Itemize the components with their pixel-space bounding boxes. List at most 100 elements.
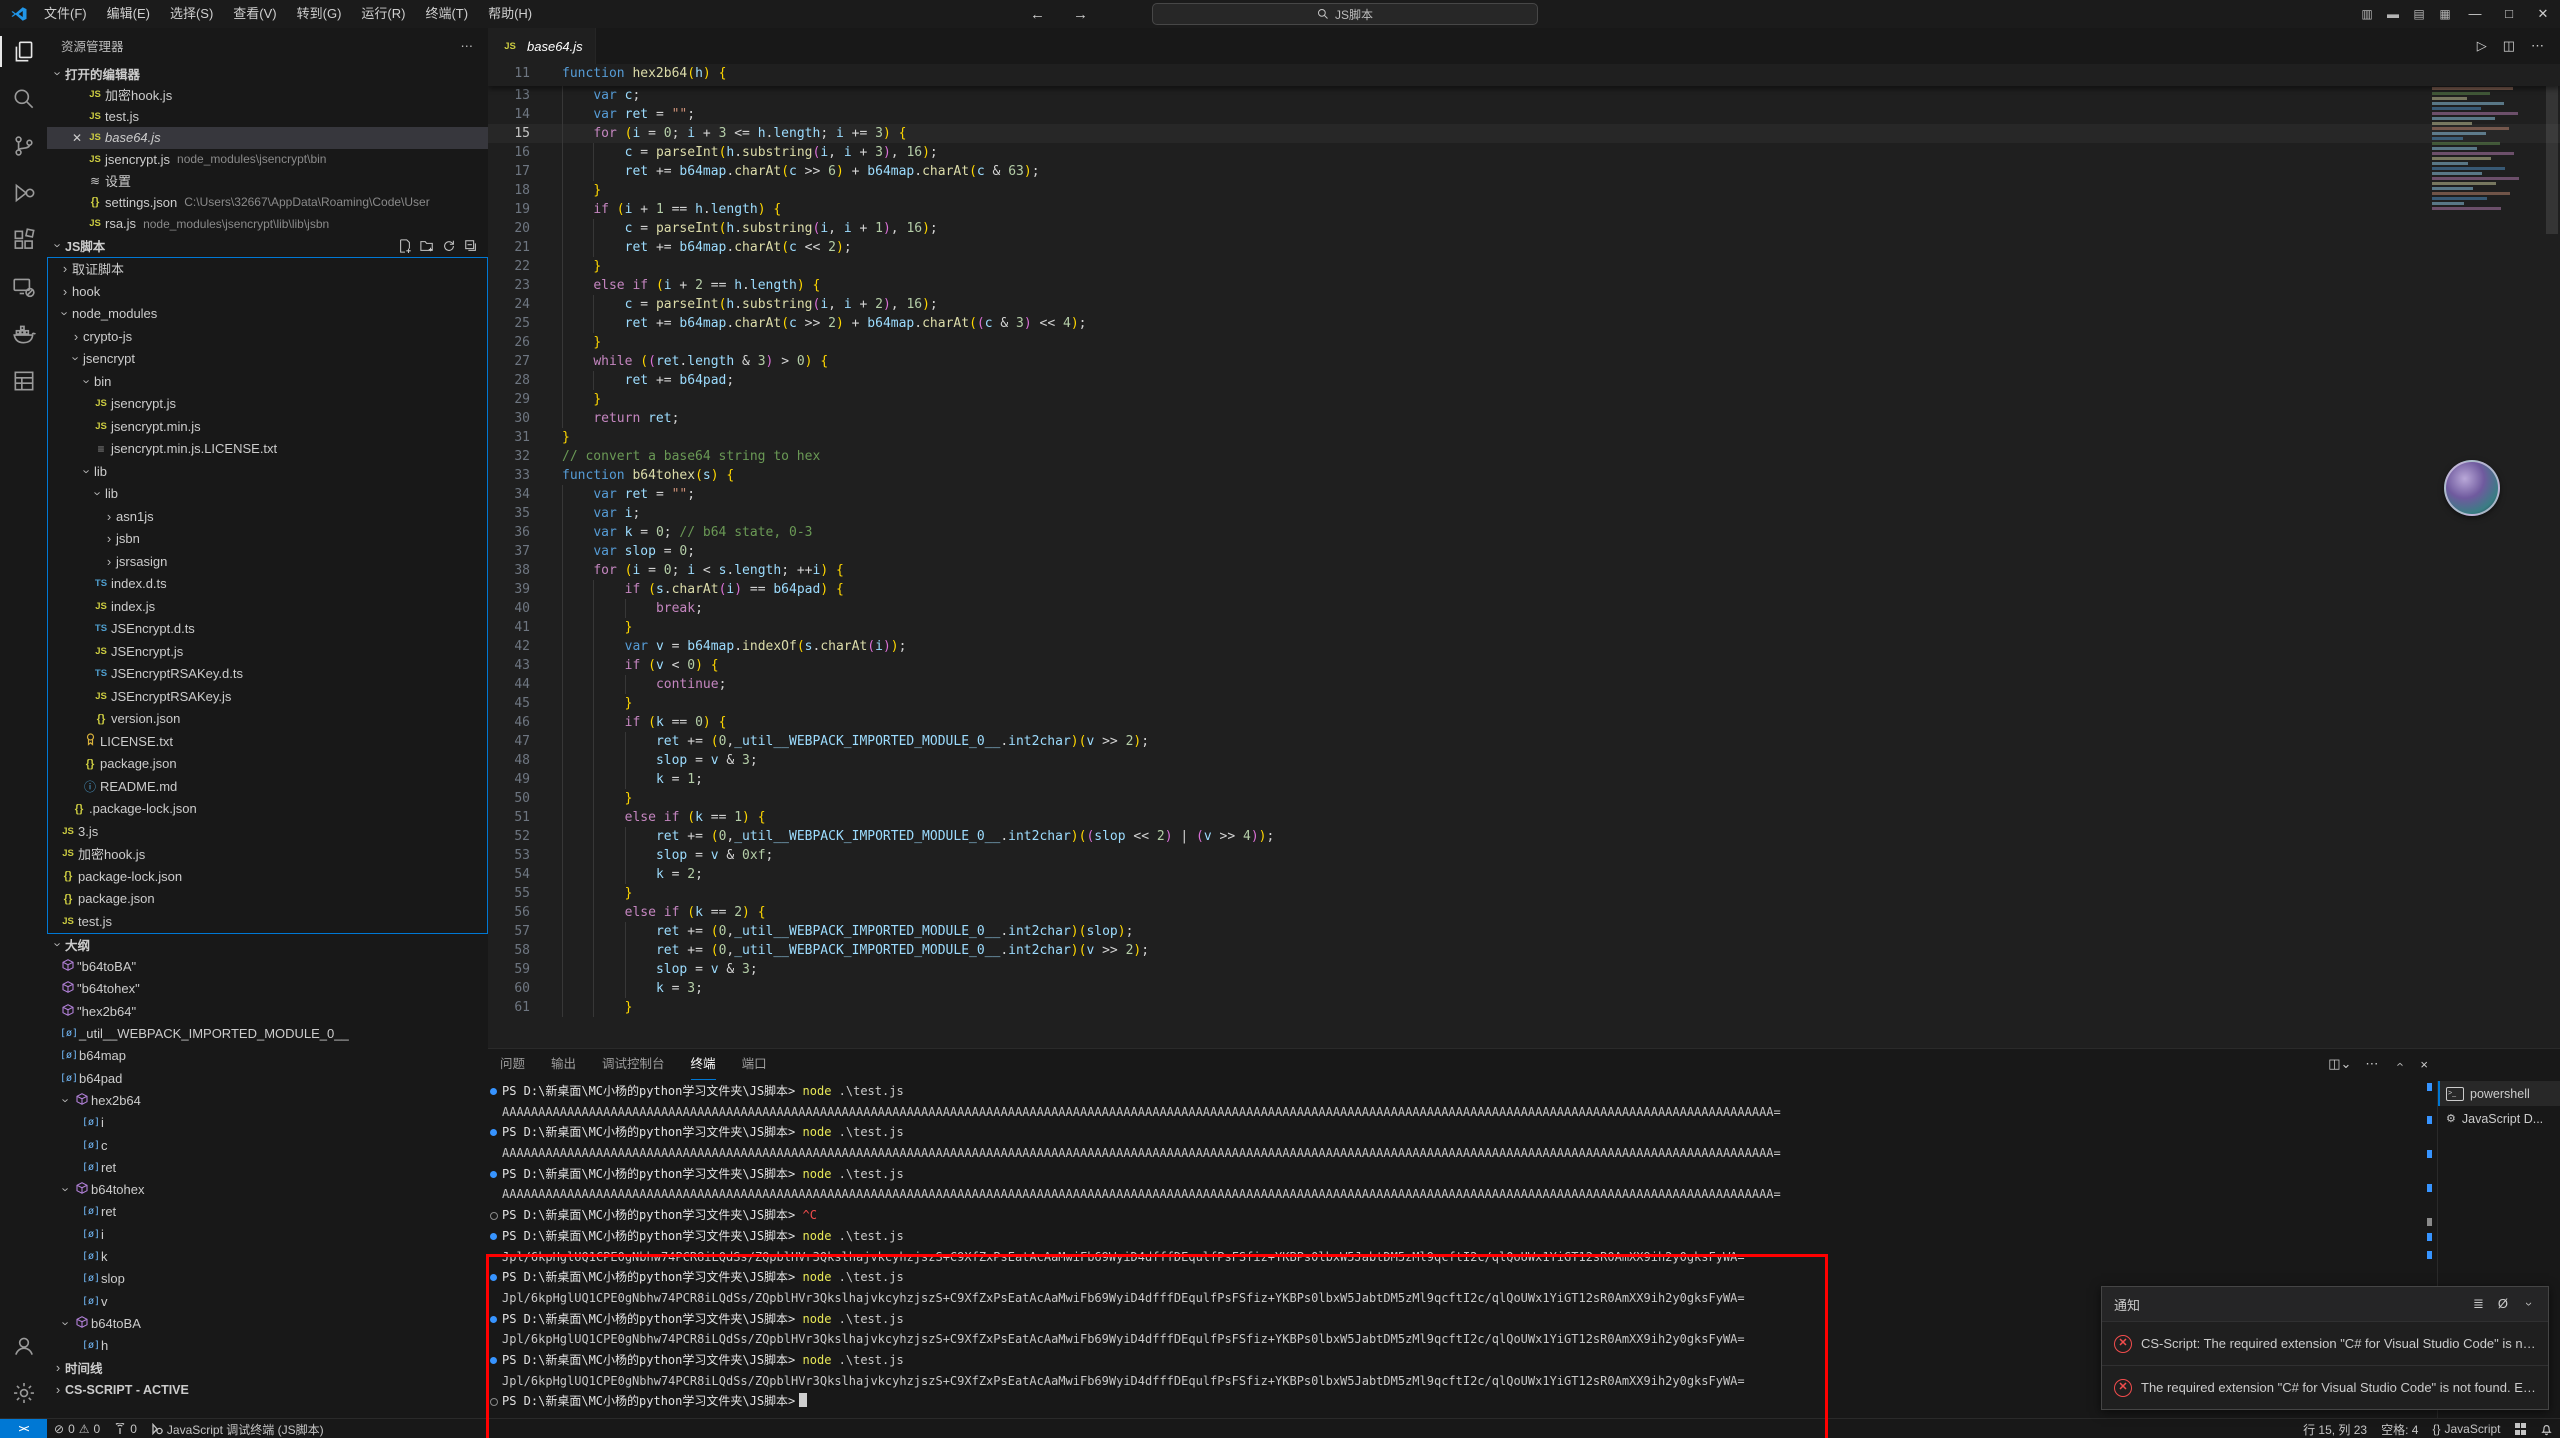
tree-item[interactable]: {}version.json — [48, 708, 487, 731]
sidebar-more-actions-icon[interactable]: ⋯ — [461, 38, 475, 53]
cs-script-header[interactable]: › CS-SCRIPT - ACTIVE — [47, 1379, 488, 1401]
tree-item[interactable]: ›lib — [48, 460, 487, 483]
outline-item[interactable]: [ø]i — [47, 1112, 488, 1134]
tree-item[interactable]: JSjsencrypt.min.js — [48, 415, 487, 438]
outline-item[interactable]: [ø]h — [47, 1335, 488, 1357]
minimap[interactable] — [2432, 72, 2524, 222]
open-editor-item[interactable]: JSrsa.jsnode_modules\jsencrypt\lib\lib\j… — [47, 213, 488, 235]
mute-notifications-icon[interactable]: Ø — [2498, 1296, 2508, 1312]
outline-item[interactable]: "b64tohex" — [47, 978, 488, 1000]
cursor-position-status[interactable]: 行 15, 列 23 — [2296, 1419, 2374, 1438]
menu-item[interactable]: 查看(V) — [223, 0, 286, 28]
activity-extensions-icon[interactable] — [0, 216, 47, 263]
open-editor-item[interactable]: {}settings.jsonC:\Users\32667\AppData\Ro… — [47, 192, 488, 214]
outline-item[interactable]: ›hex2b64 — [47, 1089, 488, 1111]
tree-item[interactable]: JSindex.js — [48, 595, 487, 618]
tree-item[interactable]: JSjsencrypt.js — [48, 393, 487, 416]
tree-item[interactable]: ⓘREADME.md — [48, 775, 487, 798]
tree-item[interactable]: ≡jsencrypt.min.js.LICENSE.txt — [48, 438, 487, 461]
activity-settings-gear-icon[interactable] — [0, 1369, 47, 1416]
activity-search-icon[interactable] — [0, 75, 47, 122]
outline-item[interactable]: ›b64toBA — [47, 1312, 488, 1334]
tree-item[interactable]: {}package-lock.json — [48, 865, 487, 888]
outline-item[interactable]: [ø]ret — [47, 1201, 488, 1223]
menu-item[interactable]: 帮助(H) — [478, 0, 542, 28]
menu-item[interactable]: 选择(S) — [160, 0, 223, 28]
tree-item[interactable]: ›jsbn — [48, 528, 487, 551]
notification-item[interactable]: ✕CS-Script: The required extension "C# f… — [2102, 1321, 2548, 1365]
split-terminal-icon[interactable]: ◫⌄ — [2328, 1056, 2351, 1072]
outline-item[interactable]: [ø]b64pad — [47, 1067, 488, 1089]
tree-item[interactable]: JStest.js — [48, 910, 487, 933]
tree-item[interactable]: JSJSEncrypt.js — [48, 640, 487, 663]
menu-item[interactable]: 终端(T) — [415, 0, 478, 28]
remote-indicator[interactable]: >< — [0, 1419, 47, 1438]
activity-run-debug-icon[interactable] — [0, 169, 47, 216]
terminal-list-item[interactable]: >_powershell — [2438, 1081, 2560, 1106]
outline-item[interactable]: [ø]i — [47, 1223, 488, 1245]
indentation-status[interactable]: 空格: 4 — [2374, 1419, 2425, 1438]
outline-item[interactable]: [ø]ret — [47, 1156, 488, 1178]
terminal-list-item[interactable]: ⚙JavaScript D... — [2438, 1106, 2560, 1131]
editor-scrollbar[interactable] — [2546, 64, 2558, 234]
tree-item[interactable]: ›node_modules — [48, 303, 487, 326]
menu-item[interactable]: 运行(R) — [351, 0, 415, 28]
outline-item[interactable]: [ø]k — [47, 1245, 488, 1267]
outline-item[interactable]: [ø]v — [47, 1290, 488, 1312]
refresh-icon[interactable] — [442, 239, 456, 253]
command-decoration-icon[interactable] — [490, 1129, 497, 1136]
tree-item[interactable]: ›asn1js — [48, 505, 487, 528]
tree-item[interactable]: TSJSEncrypt.d.ts — [48, 618, 487, 641]
panel-tab-输出[interactable]: 输出 — [551, 1049, 576, 1079]
code-editor[interactable]: 11function hex2b64(h) { 13 var c;14 var … — [488, 64, 2560, 1048]
outline-item[interactable]: "hex2b64" — [47, 1000, 488, 1022]
command-center-search[interactable]: JS脚本 — [1152, 3, 1538, 25]
tree-item[interactable]: ›bin — [48, 370, 487, 393]
panel-tab-调试控制台[interactable]: 调试控制台 — [602, 1049, 665, 1079]
language-mode-status[interactable]: {}JavaScript — [2425, 1419, 2507, 1438]
panel-tab-终端[interactable]: 终端 — [691, 1049, 716, 1080]
outline-item[interactable]: [ø]_util__WEBPACK_IMPORTED_MODULE_0__ — [47, 1022, 488, 1044]
tree-item[interactable]: {}.package-lock.json — [48, 798, 487, 821]
debug-terminal-status[interactable]: JavaScript 调试终端 (JS脚本) — [144, 1419, 331, 1438]
tree-item[interactable]: ›取证脚本 — [48, 258, 487, 281]
tree-item[interactable]: ›hook — [48, 280, 487, 303]
problems-status[interactable]: ⊘0 ⚠0 — [47, 1419, 107, 1438]
command-decoration-icon[interactable] — [490, 1212, 498, 1220]
command-decoration-icon[interactable] — [490, 1088, 497, 1095]
activity-remote-explorer-icon[interactable] — [0, 263, 47, 310]
outline-header[interactable]: › 大纲 — [47, 934, 488, 956]
open-editor-item[interactable]: JS加密hook.js — [47, 84, 488, 106]
tree-item[interactable]: {}package.json — [48, 888, 487, 911]
minimize-button[interactable]: — — [2458, 0, 2492, 28]
collapse-notifications-icon[interactable]: › — [2521, 1297, 2537, 1311]
activity-account-icon[interactable] — [0, 1322, 47, 1369]
maximize-panel-icon[interactable]: › — [2392, 1057, 2407, 1071]
panel-tab-端口[interactable]: 端口 — [742, 1049, 767, 1079]
notification-item[interactable]: ✕The required extension "C# for Visual S… — [2102, 1365, 2548, 1409]
collapse-folders-icon[interactable] — [464, 239, 478, 253]
close-button[interactable]: ✕ — [2526, 0, 2560, 28]
tree-item[interactable]: JSJSEncryptRSAKey.js — [48, 685, 487, 708]
clear-all-notifications-icon[interactable]: ≣ — [2473, 1296, 2484, 1312]
timeline-header[interactable]: › 时间线 — [47, 1357, 488, 1379]
run-file-icon[interactable]: ▷ — [2477, 38, 2487, 54]
activity-database-icon[interactable] — [0, 357, 47, 404]
floating-ball-overlay[interactable] — [2444, 460, 2500, 516]
split-editor-icon[interactable]: ◫ — [2503, 38, 2515, 54]
open-editor-item[interactable]: JSjsencrypt.jsnode_modules\jsencrypt\bin — [47, 149, 488, 171]
new-folder-icon[interactable] — [420, 239, 434, 253]
toggle-secondary-sidebar-icon[interactable]: ▤ — [2406, 7, 2432, 21]
open-editor-item[interactable]: JStest.js — [47, 106, 488, 128]
ports-status[interactable]: 0 — [107, 1419, 144, 1438]
tree-item[interactable]: JS3.js — [48, 820, 487, 843]
new-file-icon[interactable] — [398, 239, 412, 253]
outline-item[interactable]: "b64toBA" — [47, 956, 488, 978]
command-decoration-icon[interactable] — [490, 1171, 497, 1178]
tree-item[interactable]: JS加密hook.js — [48, 843, 487, 866]
tree-item[interactable]: LICENSE.txt — [48, 730, 487, 753]
command-decoration-icon[interactable] — [490, 1233, 497, 1240]
tree-item[interactable]: TSJSEncryptRSAKey.d.ts — [48, 663, 487, 686]
customize-layout-icon[interactable]: ▦ — [2432, 7, 2458, 21]
back-icon[interactable]: ← — [1030, 6, 1045, 23]
